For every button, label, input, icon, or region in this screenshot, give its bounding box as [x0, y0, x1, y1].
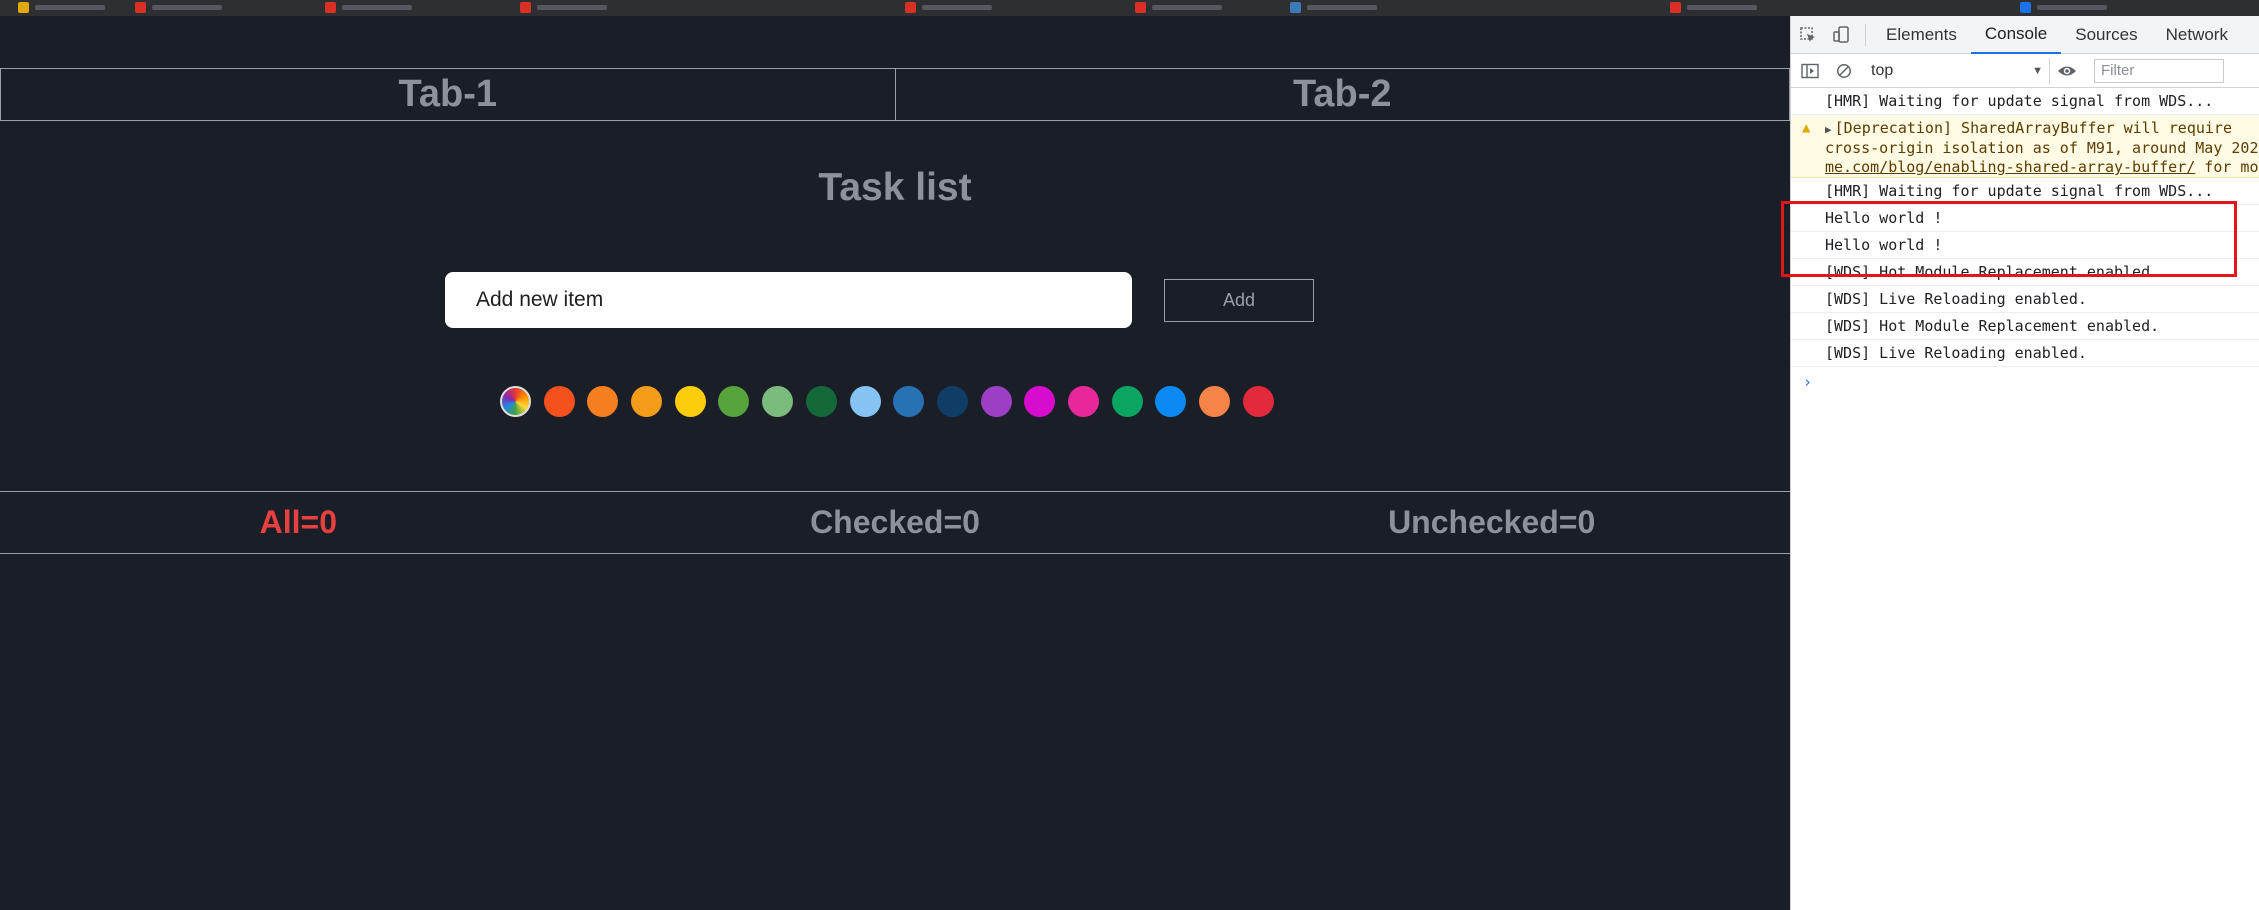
color-swatch[interactable] — [980, 386, 1012, 417]
page-title: Task list — [818, 166, 972, 209]
color-wheel-icon[interactable] — [500, 386, 531, 417]
bookmark-favicon-icon — [1290, 1, 1301, 13]
context-selector[interactable]: top ▼ — [1865, 57, 2050, 84]
bookmark-favicon-icon — [1135, 1, 1146, 13]
color-swatch[interactable] — [674, 386, 706, 417]
devtools-panel: Elements Console Sources Network top ▼ [… — [1790, 16, 2259, 910]
devtools-tab-elements[interactable]: Elements — [1872, 16, 1971, 54]
bookmark-favicon-icon — [2020, 1, 2031, 13]
bookmark-item[interactable] — [520, 1, 607, 13]
devtools-tab-sources[interactable]: Sources — [2061, 16, 2151, 54]
log-line: [WDS] Live Reloading enabled. — [1791, 286, 2259, 313]
color-swatch[interactable] — [1111, 386, 1143, 417]
bookmarks-bar — [0, 0, 2259, 16]
bookmark-favicon-icon — [135, 1, 146, 13]
color-swatch[interactable] — [762, 386, 794, 417]
color-swatch[interactable] — [805, 386, 837, 417]
filter-unchecked[interactable]: Unchecked=0 — [1193, 492, 1790, 553]
color-swatch[interactable] — [936, 386, 968, 417]
color-swatch[interactable] — [1242, 386, 1274, 417]
log-line: [WDS] Hot Module Replacement enabled. — [1791, 259, 2259, 286]
log-line: [HMR] Waiting for update signal from WDS… — [1791, 178, 2259, 205]
bookmark-favicon-icon — [520, 1, 531, 13]
device-toolbar-icon[interactable] — [1825, 18, 1859, 52]
filter-bar: All=0 Checked=0 Unchecked=0 — [0, 491, 1790, 554]
inspect-element-icon[interactable] — [1791, 18, 1825, 52]
tab-2[interactable]: Tab-2 — [895, 68, 1790, 121]
screen: Tab-1 Tab-2 Task list Add All=0 Checked=… — [0, 0, 2259, 910]
console-log: [HMR] Waiting for update signal from WDS… — [1791, 88, 2259, 391]
bookmark-item[interactable] — [1670, 1, 1757, 13]
console-prompt[interactable]: › — [1791, 367, 2259, 391]
log-line-hello: Hello world ! — [1791, 205, 2259, 232]
context-value: top — [1871, 61, 1894, 79]
bookmark-favicon-icon — [325, 1, 336, 13]
tab-1[interactable]: Tab-1 — [0, 68, 896, 121]
bookmark-item[interactable] — [1290, 1, 1377, 13]
log-line: [WDS] Hot Module Replacement enabled. — [1791, 313, 2259, 340]
log-line: [WDS] Live Reloading enabled. — [1791, 340, 2259, 367]
devtools-tab-network[interactable]: Network — [2152, 16, 2242, 54]
log-line-hello: Hello world ! — [1791, 232, 2259, 259]
color-swatch[interactable] — [1199, 386, 1230, 417]
dropdown-caret-icon: ▼ — [2032, 64, 2043, 77]
filter-checked[interactable]: Checked=0 — [597, 492, 1194, 553]
expand-triangle-icon[interactable]: ▶ — [1825, 123, 1832, 136]
color-swatch[interactable] — [893, 386, 925, 417]
warning-log-line: ▲ ▶ [Deprecation] SharedArrayBuffer will … — [1791, 115, 2259, 178]
bookmark-item[interactable] — [18, 1, 105, 13]
devtools-tab-bar: Elements Console Sources Network — [1791, 16, 2259, 54]
color-swatch[interactable] — [1067, 386, 1099, 417]
add-item-input[interactable] — [445, 272, 1132, 328]
task-app: Tab-1 Tab-2 Task list Add All=0 Checked=… — [0, 16, 1790, 910]
color-swatch[interactable] — [631, 386, 663, 417]
color-swatch[interactable] — [543, 386, 575, 417]
bookmark-item[interactable] — [135, 1, 222, 13]
console-toolbar: top ▼ — [1791, 54, 2259, 88]
color-swatch[interactable] — [849, 386, 881, 417]
bookmark-item[interactable] — [1135, 1, 1222, 13]
console-filter-input[interactable] — [2094, 58, 2224, 83]
filter-all[interactable]: All=0 — [0, 492, 597, 553]
add-button[interactable]: Add — [1164, 279, 1314, 322]
tab-bar: Tab-1 Tab-2 — [0, 68, 1790, 121]
color-swatch[interactable] — [1155, 386, 1187, 417]
bookmark-favicon-icon — [1670, 1, 1681, 13]
bookmark-item[interactable] — [905, 1, 992, 13]
log-line: [HMR] Waiting for update signal from WDS… — [1791, 88, 2259, 115]
clear-console-icon[interactable] — [1827, 54, 1861, 88]
console-sidebar-icon[interactable] — [1793, 54, 1827, 88]
warning-icon: ▲ — [1802, 120, 1811, 136]
color-swatch[interactable] — [587, 386, 619, 417]
bookmark-favicon-icon — [18, 1, 29, 13]
live-expression-eye-icon[interactable] — [2050, 54, 2084, 88]
color-picker — [500, 386, 1274, 418]
color-swatch[interactable] — [1024, 386, 1056, 417]
bookmark-favicon-icon — [905, 1, 916, 13]
devtools-tab-console[interactable]: Console — [1970, 16, 2062, 54]
bookmark-item[interactable] — [325, 1, 412, 13]
warning-link[interactable]: me.com/blog/enabling-shared-array-buffer… — [1825, 158, 2195, 176]
bookmark-item[interactable] — [2020, 1, 2107, 13]
color-swatch[interactable] — [718, 386, 750, 417]
